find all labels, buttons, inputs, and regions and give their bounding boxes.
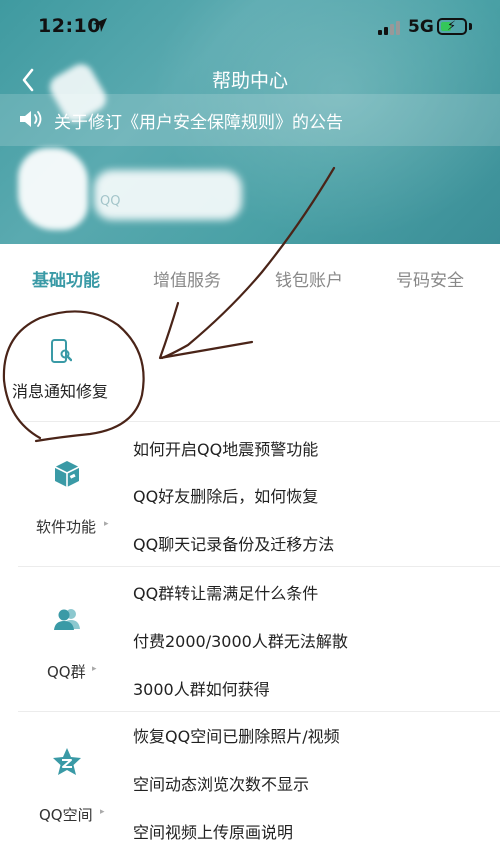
- tab-basic-functions[interactable]: 基础功能: [32, 266, 100, 291]
- category-software-functions: 软件功能 ▸ 如何开启QQ地震预警功能 QQ好友删除后，如何恢复 QQ聊天记录备…: [0, 422, 500, 566]
- charging-bolt-icon: ⚡: [447, 19, 457, 34]
- category-label[interactable]: QQ空间: [39, 804, 93, 825]
- announcement-text: 关于修订《用户安全保障规则》的公告: [54, 113, 343, 133]
- question-link[interactable]: 空间动态浏览次数不显示: [133, 771, 309, 795]
- network-type: 5G: [408, 17, 434, 37]
- featured-item-label[interactable]: 消息通知修复: [12, 378, 108, 402]
- question-link[interactable]: 如何开启QQ地震预警功能: [133, 436, 318, 460]
- category-tabs: 基础功能 增值服务 钱包账户 号码安全: [0, 244, 500, 310]
- caret-right-icon: ▸: [92, 664, 97, 674]
- question-link[interactable]: 空间视频上传原画说明: [133, 819, 293, 843]
- location-arrow-icon: [93, 18, 107, 32]
- category-label[interactable]: 软件功能: [36, 516, 96, 537]
- avatar[interactable]: [18, 148, 88, 230]
- signal-strength-icon: [378, 19, 402, 35]
- cube-icon: [54, 461, 80, 487]
- profile-subtext: QQ: [100, 194, 121, 209]
- battery-icon: ⚡: [437, 18, 467, 35]
- phone-wrench-icon: [51, 339, 72, 363]
- group-icon: [54, 609, 80, 630]
- header-banner: 12:10 5G ⚡ 帮助中心 关于修订《用户安全保障规则》的公告 QQ: [0, 0, 500, 244]
- tab-value-added-services[interactable]: 增值服务: [153, 266, 221, 291]
- question-link[interactable]: QQ好友删除后，如何恢复: [133, 483, 318, 507]
- question-link[interactable]: QQ群转让需满足什么条件: [133, 580, 318, 604]
- category-qq-group: QQ群 ▸ QQ群转让需满足什么条件 付费2000/3000人群无法解散 300…: [0, 567, 500, 711]
- question-link[interactable]: 付费2000/3000人群无法解散: [133, 628, 348, 652]
- battery-cap: [469, 23, 472, 30]
- question-link[interactable]: 3000人群如何获得: [133, 676, 270, 700]
- qzone-star-icon: [53, 748, 81, 775]
- category-label[interactable]: QQ群: [47, 661, 86, 682]
- caret-right-icon: ▸: [100, 807, 105, 817]
- category-qzone: QQ空间 ▸ 恢复QQ空间已删除照片/视频 空间动态浏览次数不显示 空间视频上传…: [0, 712, 500, 854]
- caret-right-icon: ▸: [104, 519, 109, 529]
- question-link[interactable]: QQ聊天记录备份及迁移方法: [133, 531, 334, 555]
- tab-wallet-account[interactable]: 钱包账户: [275, 266, 343, 291]
- status-bar: 12:10 5G ⚡: [0, 0, 500, 56]
- speaker-icon: [20, 111, 42, 127]
- question-link[interactable]: 恢复QQ空间已删除照片/视频: [133, 723, 340, 747]
- featured-item-notification-repair[interactable]: [0, 310, 500, 422]
- tab-account-security[interactable]: 号码安全: [396, 266, 464, 291]
